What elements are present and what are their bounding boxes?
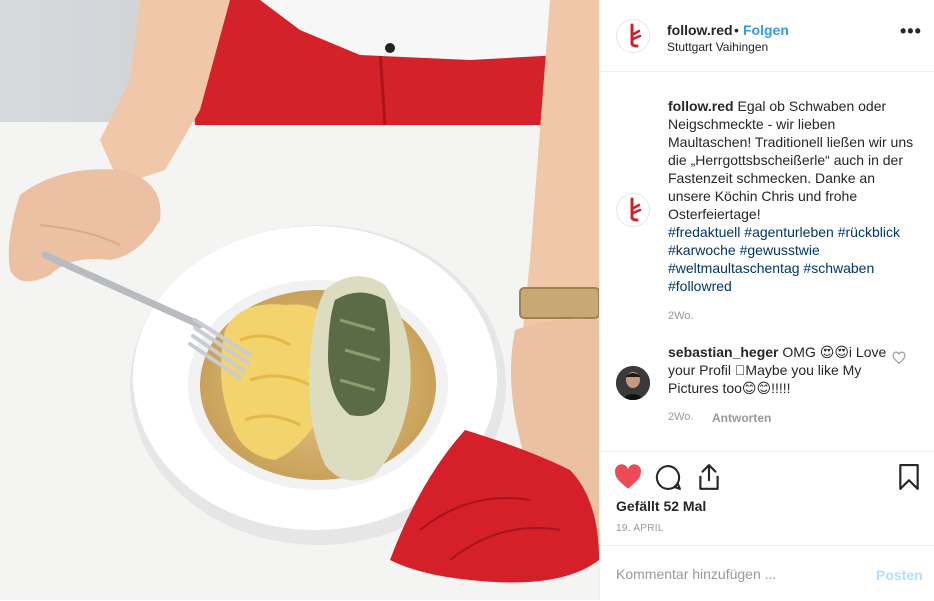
post-comment-button[interactable]: Posten — [876, 567, 923, 583]
post-header: follow.red • Folgen Stuttgart Vaihingen … — [600, 0, 934, 72]
likes-count[interactable]: Gefällt 52 Mal — [616, 498, 706, 514]
hashtag-link[interactable]: #weltmaultaschentag — [668, 260, 800, 276]
more-options-button[interactable]: ••• — [900, 22, 922, 40]
hashtag-link[interactable]: #rückblick — [838, 224, 900, 240]
hashtag-link[interactable]: #gewusstwie — [740, 242, 820, 258]
post-date[interactable]: 19. APRIL — [616, 523, 664, 534]
comment-form: Posten — [600, 545, 934, 600]
comment-input[interactable] — [616, 566, 846, 582]
person-photo-icon — [616, 366, 650, 400]
hashtag-link[interactable]: #agenturleben — [744, 224, 834, 240]
reply-button[interactable]: Antworten — [712, 411, 771, 425]
separator-dot: • — [734, 22, 739, 38]
caption-avatar[interactable] — [616, 193, 650, 227]
comment-username[interactable]: sebastian_heger — [668, 344, 779, 360]
account-avatar[interactable] — [616, 19, 650, 53]
follow-button[interactable]: Folgen — [743, 22, 789, 38]
comment-item: sebastian_heger OMG 😍😍i Love your Profil… — [668, 343, 890, 397]
caption-text: Egal ob Schwaben oder Neigschmeckte - wi… — [668, 98, 914, 222]
post-sidebar: follow.red • Folgen Stuttgart Vaihingen … — [599, 0, 934, 600]
post-photo[interactable] — [0, 0, 599, 600]
comment-bubble-icon[interactable] — [655, 464, 682, 491]
post-caption: follow.red Egal ob Schwaben oder Neigsch… — [668, 97, 916, 295]
follow-red-logo-icon — [630, 23, 642, 48]
share-icon[interactable] — [696, 463, 722, 491]
follow-red-logo-icon — [630, 197, 642, 222]
caption-timestamp[interactable]: 2Wo. — [668, 310, 693, 322]
hashtag-list: #fredaktuell #agenturleben #rückblick #k… — [668, 223, 916, 295]
like-comment-heart-icon[interactable] — [892, 351, 906, 365]
comment-timestamp[interactable]: 2Wo. — [668, 411, 693, 423]
food-photo-image — [0, 0, 599, 600]
location-link[interactable]: Stuttgart Vaihingen — [667, 40, 768, 54]
hashtag-link[interactable]: #schwaben — [803, 260, 874, 276]
hashtag-link[interactable]: #fredaktuell — [668, 224, 740, 240]
hashtag-link[interactable]: #karwoche — [668, 242, 736, 258]
commenter-avatar[interactable] — [616, 366, 650, 400]
caption-username[interactable]: follow.red — [668, 98, 734, 114]
account-username[interactable]: follow.red — [667, 22, 733, 38]
save-bookmark-icon[interactable] — [898, 464, 920, 490]
like-heart-icon[interactable] — [614, 464, 642, 490]
hashtag-link[interactable]: #followred — [668, 278, 732, 294]
